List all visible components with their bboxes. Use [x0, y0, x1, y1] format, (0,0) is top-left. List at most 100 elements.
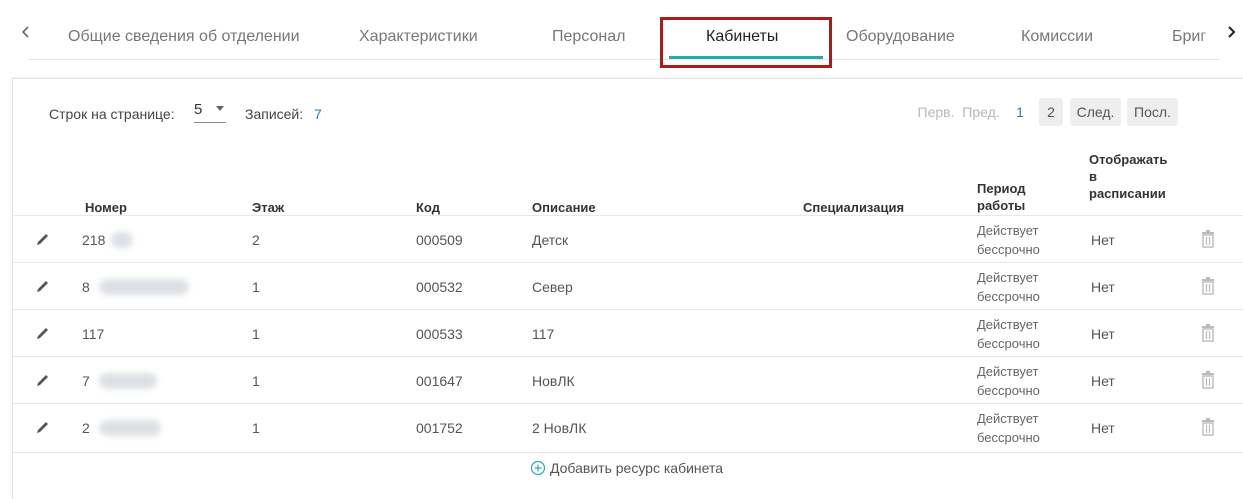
rows-per-page-select[interactable]: 5 [194, 101, 226, 123]
table-row: 218 2 000509 Детск Действует бессрочно Н… [13, 215, 1243, 263]
tab-staff[interactable]: Персонал [552, 28, 625, 46]
cell-floor: 1 [252, 373, 260, 389]
page-1-button[interactable]: 1 [1008, 98, 1032, 126]
cell-period-line: Действует [977, 317, 1039, 332]
column-header-show-line: в [1089, 169, 1097, 184]
pencil-icon[interactable] [34, 230, 52, 248]
redacted-text [99, 420, 161, 436]
cell-description: 117 [532, 326, 555, 342]
column-header-floor[interactable]: Этаж [252, 199, 284, 216]
column-header-specialization[interactable]: Специализация [803, 199, 904, 216]
trash-icon[interactable] [1200, 370, 1216, 390]
cell-period-line: бессрочно [977, 289, 1040, 304]
cell-period: Действует бессрочно [977, 409, 1040, 447]
tab-scroll-right-arrow[interactable] [1222, 22, 1242, 42]
column-header-number[interactable]: Номер [85, 199, 127, 216]
add-row-divider [13, 452, 1243, 453]
cell-period: Действует бессрочно [977, 362, 1040, 400]
tab-commissions[interactable]: Комиссии [1021, 28, 1093, 46]
rows-per-page-value: 5 [194, 101, 203, 118]
cell-code: 000532 [416, 279, 463, 295]
records-count: 7 [314, 106, 322, 122]
add-room-resource-button[interactable]: Добавить ресурс кабинета [530, 460, 723, 476]
chevron-left-icon [21, 26, 29, 38]
cell-period-line: бессрочно [977, 336, 1040, 351]
cell-description: Детск [532, 232, 569, 248]
cell-period-line: Действует [977, 270, 1039, 285]
rooms-table-card: Строк на странице: 5 Записей: 7 Перв. Пр… [12, 78, 1243, 499]
add-room-resource-label: Добавить ресурс кабинета [550, 460, 724, 476]
rows-per-page-label: Строк на странице: [49, 106, 175, 122]
tab-overflow-fade [1200, 20, 1222, 54]
cell-period: Действует бессрочно [977, 315, 1040, 353]
caret-down-icon [216, 106, 224, 111]
page-2-button[interactable]: 2 [1039, 98, 1063, 126]
cell-description: 2 НовЛК [532, 420, 587, 436]
cell-period-line: Действует [977, 411, 1039, 426]
redacted-text [99, 373, 157, 389]
cell-number: 117 [82, 326, 105, 342]
next-page-button[interactable]: След. [1070, 98, 1121, 126]
cell-code: 001647 [416, 373, 463, 389]
trash-icon[interactable] [1200, 276, 1216, 296]
table-row: 8 1 000532 Север Действует бессрочно Нет [13, 262, 1243, 310]
cell-show-in-schedule: Нет [1091, 326, 1115, 342]
pencil-icon[interactable] [34, 418, 52, 436]
cell-period-line: бессрочно [977, 430, 1040, 445]
column-header-description[interactable]: Описание [532, 199, 596, 216]
trash-icon[interactable] [1200, 323, 1216, 343]
active-tab-highlight-frame [660, 17, 832, 68]
cell-show-in-schedule: Нет [1091, 420, 1115, 436]
column-header-show-line: Отображать [1089, 152, 1168, 167]
cell-period-line: бессрочно [977, 242, 1040, 257]
cell-number: 7 [82, 373, 90, 389]
pencil-icon[interactable] [34, 324, 52, 342]
cell-number: 218 [82, 232, 106, 248]
cell-floor: 1 [252, 279, 260, 295]
cell-period-line: Действует [977, 364, 1039, 379]
trash-icon[interactable] [1200, 229, 1216, 249]
tab-scroll-left-arrow[interactable] [16, 22, 36, 42]
trash-icon[interactable] [1200, 417, 1216, 437]
column-header-show-line: расписании [1089, 186, 1166, 201]
cell-show-in-schedule: Нет [1091, 232, 1115, 248]
cell-number: 8 [82, 279, 90, 295]
table-row: 117 1 000533 117 Действует бессрочно Нет [13, 309, 1243, 357]
tab-general-info[interactable]: Общие сведения об отделении [68, 28, 300, 46]
plus-circle-icon [530, 460, 546, 476]
cell-period-line: Действует [977, 223, 1039, 238]
column-header-period-line: Период [977, 181, 1026, 196]
cell-show-in-schedule: Нет [1091, 279, 1115, 295]
column-header-period-line: работы [977, 198, 1026, 213]
cell-description: НовЛК [532, 373, 575, 389]
last-page-button[interactable]: Посл. [1127, 98, 1178, 126]
records-label: Записей: [245, 106, 304, 122]
pencil-icon[interactable] [34, 277, 52, 295]
cell-number: 2 [82, 420, 90, 436]
cell-floor: 1 [252, 420, 260, 436]
cell-period: Действует бессрочно [977, 221, 1040, 259]
table-row: 7 1 001647 НовЛК Действует бессрочно Нет [13, 356, 1243, 404]
cell-description: Север [532, 279, 573, 295]
cell-show-in-schedule: Нет [1091, 373, 1115, 389]
cell-code: 000533 [416, 326, 463, 342]
cell-floor: 1 [252, 326, 260, 342]
redacted-text [111, 232, 133, 248]
chevron-right-icon [1228, 26, 1236, 38]
first-page-button[interactable]: Перв. [916, 98, 956, 126]
cell-code: 000509 [416, 232, 463, 248]
cell-period-line: бессрочно [977, 383, 1040, 398]
pencil-icon[interactable] [34, 371, 52, 389]
tab-characteristics[interactable]: Характеристики [359, 28, 478, 46]
redacted-text [99, 279, 189, 295]
table-header: Номер Этаж Код Описание Специализация Пе… [13, 152, 1243, 216]
column-header-code[interactable]: Код [416, 199, 440, 216]
prev-page-button[interactable]: Пред. [960, 98, 1002, 126]
column-header-period[interactable]: Период работы [977, 180, 1026, 214]
select-underline [194, 122, 226, 123]
column-header-show-in-schedule[interactable]: Отображать в расписании [1089, 151, 1167, 202]
table-row: 2 1 001752 2 НовЛК Действует бессрочно Н… [13, 403, 1243, 451]
cell-period: Действует бессрочно [977, 268, 1040, 306]
tab-equipment[interactable]: Оборудование [846, 28, 955, 46]
tab-bar: Общие сведения об отделении Характеристи… [0, 0, 1243, 68]
